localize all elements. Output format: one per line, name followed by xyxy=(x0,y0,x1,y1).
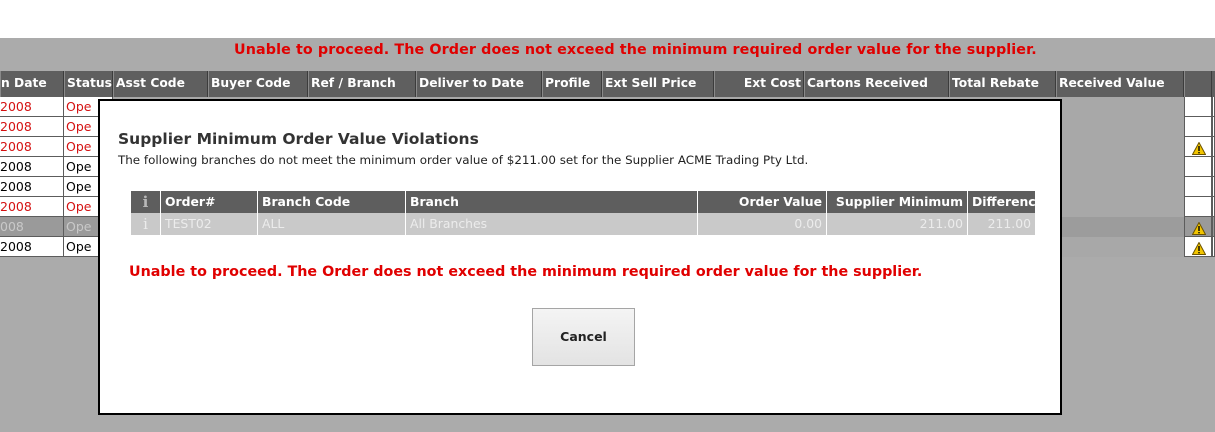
warning-icon[interactable] xyxy=(1191,220,1207,235)
cancel-button[interactable]: Cancel xyxy=(532,308,635,366)
violations-table: i Order# Branch Code Branch Order Value … xyxy=(131,191,1035,235)
row-flag-cell xyxy=(1184,137,1212,157)
column-header-difference[interactable]: Difference xyxy=(968,191,1035,213)
row-flag-cell xyxy=(1184,197,1212,217)
page-error-message: Unable to proceed. The Order does not ex… xyxy=(234,42,1037,58)
branch-name: All Branches xyxy=(406,213,698,235)
row-date: 2008 xyxy=(0,237,64,257)
row-flag-cell xyxy=(1184,97,1212,117)
row-flag-cell xyxy=(1184,237,1212,257)
row-date: 2008 xyxy=(0,117,64,137)
column-header-extra xyxy=(1184,71,1212,97)
row-date: 2008 xyxy=(0,97,64,117)
difference: 211.00 xyxy=(987,216,1031,231)
row-date: 2008 xyxy=(0,157,64,177)
column-header-profile[interactable]: Profile xyxy=(542,71,602,97)
dialog-description: The following branches do not meet the m… xyxy=(118,153,809,167)
column-header-branch[interactable]: Branch xyxy=(406,191,698,213)
column-header-ext-cost[interactable]: Ext Cost xyxy=(714,71,804,97)
dialog-title: Supplier Minimum Order Value Violations xyxy=(118,130,479,148)
column-header-total-rebate[interactable]: Total Rebate xyxy=(949,71,1056,97)
row-flag-cell xyxy=(1184,217,1212,237)
column-header-received-value[interactable]: Received Value xyxy=(1056,71,1184,97)
row-date: 2008 xyxy=(0,197,64,217)
column-header-buyer-code[interactable]: Buyer Code xyxy=(208,71,308,97)
warning-icon[interactable] xyxy=(1191,240,1207,255)
order-value: 0.00 xyxy=(698,213,827,235)
row-flag-cell xyxy=(1184,117,1212,137)
warning-icon[interactable] xyxy=(1191,140,1207,155)
info-icon: i xyxy=(131,191,161,213)
column-header-status[interactable]: Status xyxy=(64,71,113,97)
table-row[interactable]: i TEST02 ALL All Branches 0.00 211.00 21… xyxy=(131,213,1035,235)
column-header-date[interactable]: n Date xyxy=(0,71,64,97)
column-header-ref-branch[interactable]: Ref / Branch xyxy=(308,71,416,97)
row-date: 008 xyxy=(0,217,64,237)
grid-header-row: n Date Status Asst Code Buyer Code Ref /… xyxy=(0,71,1215,97)
column-header-order-value[interactable]: Order Value xyxy=(698,191,827,213)
column-header-ext-sell-price[interactable]: Ext Sell Price xyxy=(602,71,714,97)
row-date: 2008 xyxy=(0,137,64,157)
column-header-cartons-received[interactable]: Cartons Received xyxy=(804,71,949,97)
top-strip xyxy=(0,0,1215,38)
violations-header-row: i Order# Branch Code Branch Order Value … xyxy=(131,191,1035,213)
column-header-branch-code[interactable]: Branch Code xyxy=(258,191,406,213)
info-icon[interactable]: i xyxy=(131,213,161,235)
violations-dialog: Supplier Minimum Order Value Violations … xyxy=(98,99,1062,415)
column-header-supplier-minimum[interactable]: Supplier Minimum xyxy=(827,191,968,213)
branch-code: ALL xyxy=(258,213,406,235)
column-header-asst-code[interactable]: Asst Code xyxy=(113,71,208,97)
order-number: TEST02 xyxy=(161,213,258,235)
supplier-minimum: 211.00 xyxy=(827,213,968,235)
dialog-error-message: Unable to proceed. The Order does not ex… xyxy=(129,264,923,280)
column-header-deliver-date[interactable]: Deliver to Date xyxy=(416,71,542,97)
row-flag-cell xyxy=(1184,177,1212,197)
row-date: 2008 xyxy=(0,177,64,197)
row-flag-cell xyxy=(1184,157,1212,177)
column-header-order[interactable]: Order# xyxy=(161,191,258,213)
